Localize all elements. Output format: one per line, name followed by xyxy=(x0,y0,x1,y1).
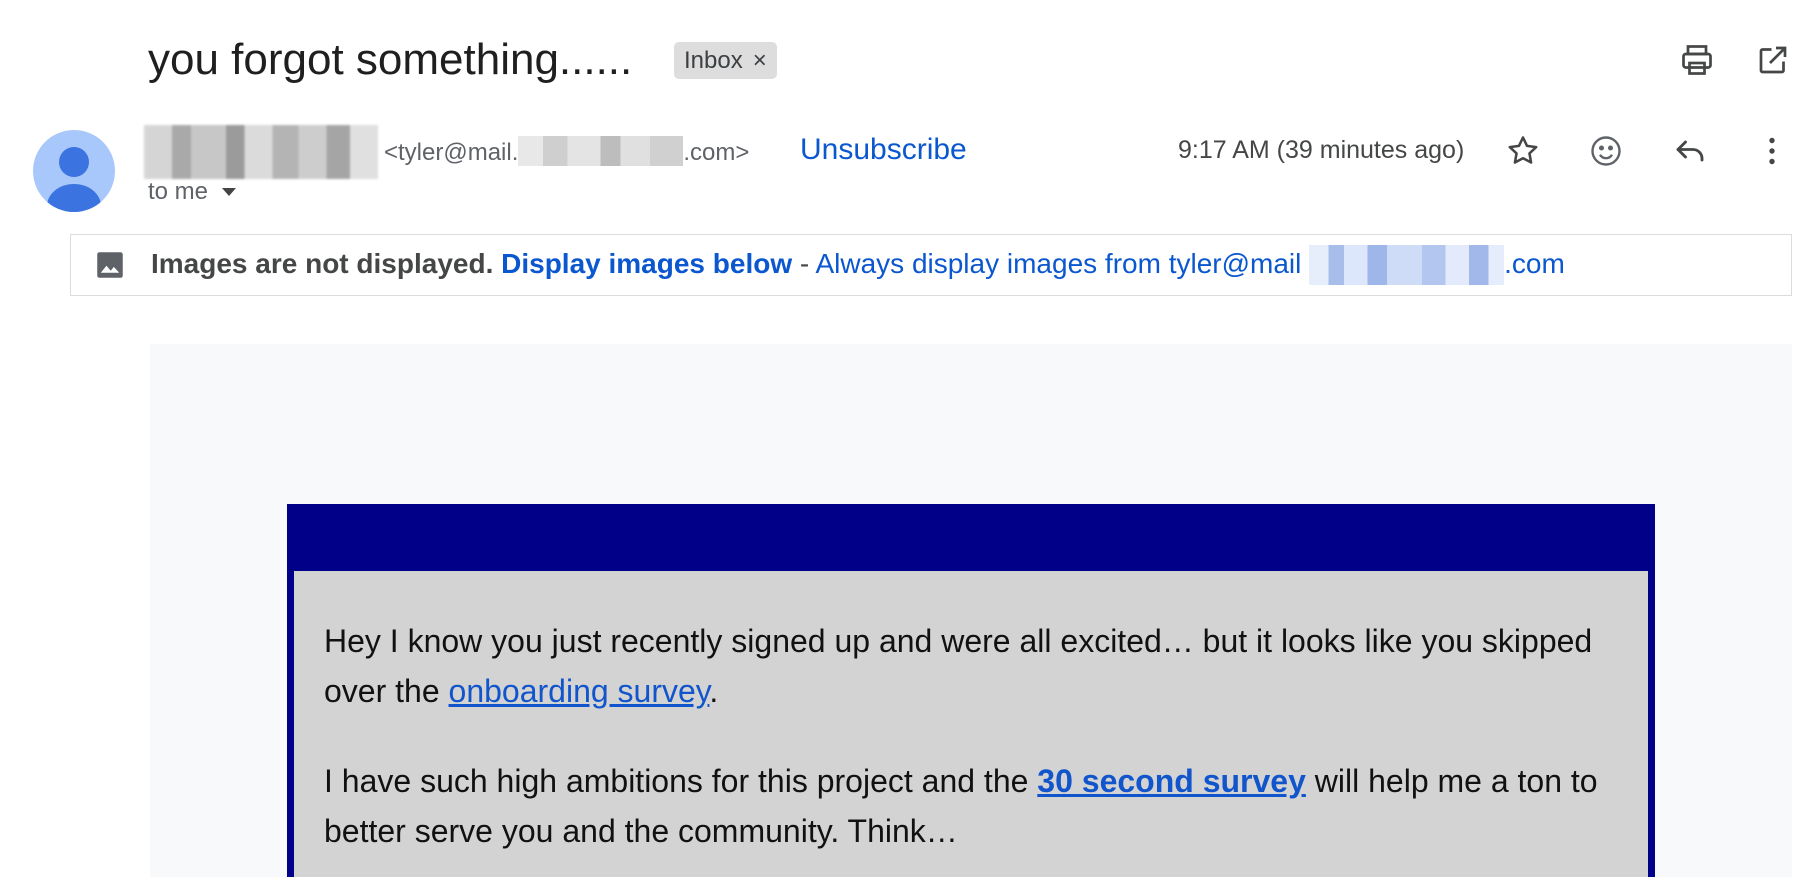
redacted-domain xyxy=(1309,245,1505,285)
sender-name-redacted xyxy=(144,125,378,179)
inbox-label-chip[interactable]: Inbox × xyxy=(674,42,777,79)
recipient-details-toggle[interactable]: to me xyxy=(148,178,237,206)
always-display-images-link[interactable]: Always display images from tyler@mail .c… xyxy=(815,245,1565,285)
always-display-text: Always display images from tyler@mail xyxy=(815,248,1302,279)
more-vert-icon[interactable] xyxy=(1748,127,1796,175)
survey-link[interactable]: 30 second survey xyxy=(1037,763,1306,799)
print-icon[interactable] xyxy=(1673,36,1721,84)
images-hidden-notice: Images are not displayed. xyxy=(151,248,494,279)
sender-avatar[interactable] xyxy=(33,130,115,212)
paragraph-text: . xyxy=(709,673,719,709)
timestamp: 9:17 AM (39 minutes ago) xyxy=(1178,136,1465,164)
unsubscribe-link[interactable]: Unsubscribe xyxy=(800,133,967,167)
body-paragraph-1: Hey I know you just recently signed up a… xyxy=(324,616,1618,716)
label-text: Inbox xyxy=(684,46,743,74)
image-icon xyxy=(97,252,123,278)
recipient-label: to me xyxy=(148,178,209,205)
sender-email-prefix: <tyler@mail. xyxy=(384,139,519,166)
body-paragraph-2: I have such high ambitions for this proj… xyxy=(324,756,1618,856)
paragraph-text: I have such high ambitions for this proj… xyxy=(324,763,1038,799)
onboarding-survey-link[interactable]: onboarding survey xyxy=(449,673,710,709)
display-images-link[interactable]: Display images below xyxy=(501,248,792,279)
redacted-domain xyxy=(518,136,684,166)
open-in-new-window-icon[interactable] xyxy=(1749,36,1797,84)
sender-email-suffix: .com> xyxy=(683,139,750,166)
banner-separator: - xyxy=(792,248,816,279)
always-display-suffix: .com xyxy=(1504,248,1565,279)
remove-label-icon[interactable]: × xyxy=(753,47,767,75)
reply-icon[interactable] xyxy=(1666,127,1714,175)
images-hidden-banner: Images are not displayed. Display images… xyxy=(70,234,1792,296)
chevron-down-icon xyxy=(222,188,237,196)
star-icon[interactable] xyxy=(1499,127,1547,175)
emoji-reaction-icon[interactable] xyxy=(1582,127,1630,175)
sender-email: <tyler@mail. .com> xyxy=(384,136,749,167)
email-content: Hey I know you just recently signed up a… xyxy=(294,571,1648,877)
email-subject: you forgot something...... xyxy=(148,35,633,84)
